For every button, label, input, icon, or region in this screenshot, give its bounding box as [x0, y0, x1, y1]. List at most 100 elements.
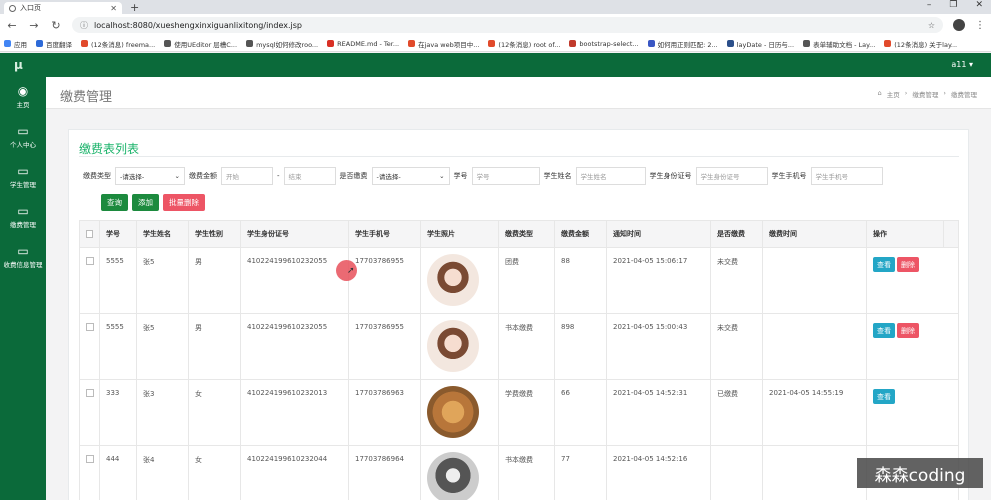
sidebar-item-label: 缴费管理: [10, 221, 36, 229]
bookmark-label: 百度翻译: [46, 40, 72, 49]
view-button[interactable]: 查看: [873, 323, 895, 338]
cell-notice: 2021-04-05 14:52:31: [607, 380, 711, 445]
student-name-input[interactable]: 学生姓名: [575, 167, 646, 185]
cell-name: 张5: [137, 248, 189, 313]
row-checkbox[interactable]: [86, 257, 94, 265]
minimize-icon[interactable]: –: [927, 0, 932, 10]
amount-start-input[interactable]: 开始: [221, 167, 273, 185]
bookmark-favicon-icon: [647, 40, 655, 47]
cell-id: 5555: [100, 248, 137, 313]
sidebar-item-home[interactable]: ◉ 主页: [0, 77, 46, 117]
sidebar-item-profile[interactable]: ▭ 个人中心: [0, 117, 46, 157]
view-button[interactable]: 查看: [873, 389, 895, 404]
column-header: 学生性别: [189, 221, 241, 247]
bookmark-favicon-icon: [488, 40, 496, 47]
bookmark-item[interactable]: 应用: [4, 39, 27, 49]
filter-idcard-label: 学生身份证号: [649, 172, 692, 180]
sidebar-item-payments[interactable]: ▭ 缴费管理: [0, 197, 46, 237]
globe-icon: [9, 4, 16, 12]
restore-icon[interactable]: ❐: [949, 0, 957, 10]
bookmark-item[interactable]: bootstrap-select...: [569, 39, 639, 48]
bookmark-label: (12条消息) 关于lay...: [894, 40, 958, 49]
cell-phone: 17703786964: [349, 446, 421, 500]
delete-button[interactable]: 删除: [897, 323, 919, 338]
chevron-down-icon: ⌄: [439, 172, 445, 180]
breadcrumb-item[interactable]: 主页: [887, 89, 900, 99]
select-cell: [80, 380, 100, 445]
new-tab-icon[interactable]: +: [130, 1, 139, 14]
cell-paid_time: [763, 248, 867, 313]
bookmark-item[interactable]: 使用UEditor 层槽C...: [164, 39, 237, 49]
cell-amount: 66: [555, 380, 607, 445]
bookmark-item[interactable]: (12条消息) 关于lay...: [884, 39, 957, 49]
bookmark-favicon-icon: [164, 40, 172, 47]
cell-paid: 已缴费: [711, 380, 763, 445]
home-icon: ⌂: [877, 89, 882, 97]
star-icon[interactable]: ☆: [928, 21, 935, 30]
bookmark-item[interactable]: mysql如何修改roo...: [246, 39, 318, 49]
bookmark-item[interactable]: 在java web项目中...: [408, 39, 479, 49]
photo-cell: [421, 314, 499, 379]
filter-paid-label: 是否缴费: [339, 172, 368, 180]
bookmark-label: 应用: [14, 40, 27, 49]
bookmark-item[interactable]: (12条消息) freema...: [81, 39, 155, 49]
table-header-row: 学号 学生姓名 学生性别 学生身份证号 学生手机号 学生照片 缴费类型 缴费金额 通知时间 是否缴…: [80, 221, 958, 248]
batch-delete-button[interactable]: 批量删除: [163, 194, 205, 211]
bookmark-item[interactable]: 百度翻译: [36, 39, 72, 49]
profile-icon[interactable]: [953, 19, 965, 31]
payment-type-value: -请选择-: [120, 173, 145, 181]
cell-notice: 2021-04-05 15:00:43: [607, 314, 711, 379]
add-button[interactable]: 添加: [132, 194, 159, 211]
app-header: μ a11 ▾: [0, 53, 991, 77]
breadcrumb-separator-icon: ›: [904, 89, 908, 97]
window-controls: – ❐ ✕: [927, 0, 983, 10]
column-header: 缴费类型: [499, 221, 555, 247]
breadcrumb-item: 缴费管理: [951, 91, 977, 99]
monitor-icon: ▭: [17, 244, 29, 258]
student-idcard-input[interactable]: 学生身份证号: [695, 167, 768, 185]
close-window-icon[interactable]: ✕: [975, 0, 983, 10]
paid-status-select[interactable]: -请选择- ⌄: [371, 167, 450, 185]
reload-icon[interactable]: ↻: [50, 19, 62, 32]
user-menu[interactable]: a11 ▾: [951, 60, 973, 69]
sidebar-item-students[interactable]: ▭ 学生管理: [0, 157, 46, 197]
page-header: 缴费管理 ⌂ 主页 › 缴费管理 › 缴费管理: [46, 77, 991, 109]
dashboard-icon: ◉: [17, 84, 29, 98]
row-checkbox[interactable]: [86, 323, 94, 331]
bookmark-item[interactable]: README.md - Ter...: [327, 40, 399, 48]
query-button[interactable]: 查询: [101, 194, 128, 211]
bookmark-label: (12条消息) freema...: [91, 40, 156, 49]
close-icon[interactable]: ✕: [110, 4, 117, 13]
sidebar-item-label: 学生管理: [10, 181, 36, 189]
row-checkbox[interactable]: [86, 455, 94, 463]
student-id-input[interactable]: 学号: [471, 167, 540, 185]
bookmark-item[interactable]: layDate - 日历与...: [726, 39, 794, 49]
card-title: 缴费表列表: [79, 142, 140, 156]
cell-gender: 女: [189, 446, 241, 500]
delete-button[interactable]: 删除: [897, 257, 919, 272]
bookmark-label: bootstrap-select...: [579, 39, 639, 48]
column-header: 缴费时间: [763, 221, 867, 247]
select-all-checkbox[interactable]: [86, 230, 93, 238]
menu-kebab-icon[interactable]: ⋮: [975, 20, 985, 31]
bookmark-item[interactable]: 表单辅助文档 - Lay...: [803, 39, 875, 49]
monitor-icon: ▭: [17, 204, 29, 218]
forward-icon[interactable]: →: [28, 19, 40, 32]
back-icon[interactable]: ←: [6, 19, 18, 32]
select-cell: [80, 446, 100, 500]
browser-tab[interactable]: 入口页 ✕: [4, 2, 122, 14]
bookmark-item[interactable]: 如何用正则匹配: 2...: [647, 39, 718, 49]
column-header: 缴费金额: [555, 221, 607, 247]
cell-id: 444: [100, 446, 137, 500]
view-button[interactable]: 查看: [873, 257, 895, 272]
info-icon: ⓘ: [80, 20, 88, 30]
sidebar-item-fee-info[interactable]: ▭ 收费信息管理: [0, 237, 46, 277]
amount-end-input[interactable]: 结束: [283, 167, 336, 185]
student-photo: [427, 452, 479, 500]
bookmark-item[interactable]: (12条消息) root of...: [488, 39, 560, 49]
student-phone-input[interactable]: 学生手机号: [810, 167, 883, 185]
payment-type-select[interactable]: -请选择- ⌄: [115, 167, 185, 185]
address-bar[interactable]: ⓘ localhost:8080/xueshengxinxiguanlixito…: [72, 17, 943, 33]
breadcrumb-item[interactable]: 缴费管理: [912, 89, 938, 99]
row-checkbox[interactable]: [86, 389, 94, 397]
